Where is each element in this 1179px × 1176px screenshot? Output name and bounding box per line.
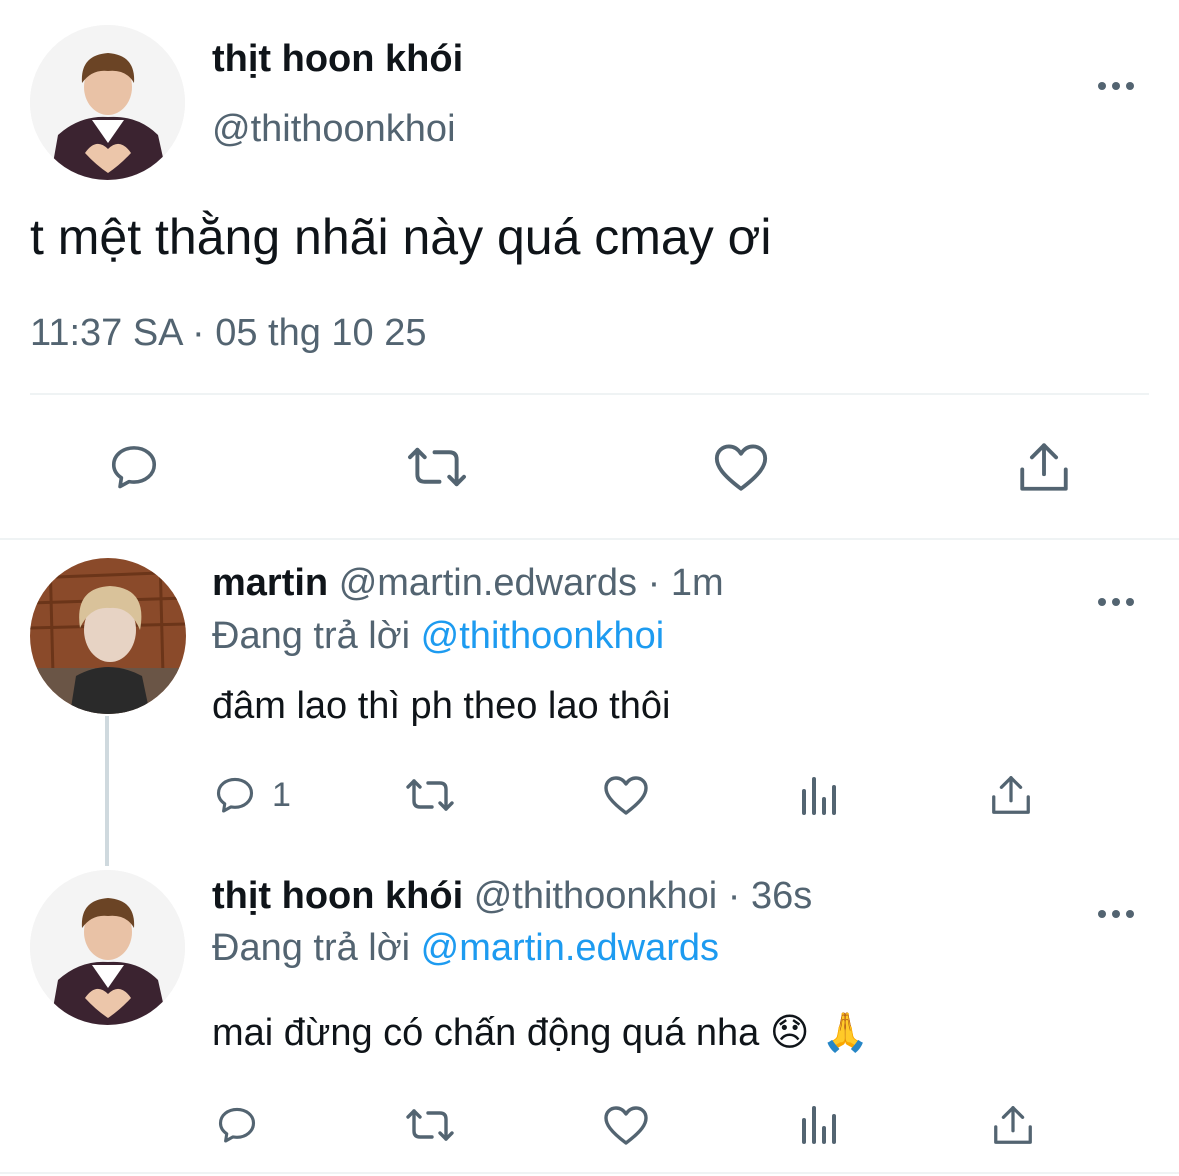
avatar[interactable]: [30, 25, 185, 180]
tweet-text: t mệt thằng nhãi này quá cmay ơi: [30, 209, 772, 265]
reply-icon[interactable]: [212, 773, 258, 817]
reply-header: thịt hoon khói @thithoonkhoi · 36s: [212, 875, 812, 918]
thread-line: [105, 716, 109, 866]
display-name[interactable]: thịt hoon khói: [212, 38, 463, 81]
replying-handle-link[interactable]: @thithoonkhoi: [421, 615, 665, 657]
like-icon[interactable]: [602, 1103, 650, 1147]
reply-icon[interactable]: [105, 440, 163, 494]
share-icon[interactable]: [988, 773, 1034, 817]
tweet-text: đâm lao thì ph theo lao thôi: [212, 685, 671, 727]
replying-to: Đang trả lời @martin.edwards: [212, 927, 719, 970]
replying-prefix: Đang trả lời: [212, 927, 411, 969]
bottom-divider: [0, 1172, 1179, 1174]
retweet-icon[interactable]: [403, 773, 457, 817]
tweet-text: mai đừng có chấn động quá nha: [212, 1012, 760, 1054]
time[interactable]: · 36s: [728, 875, 812, 917]
reply-count: 1: [272, 776, 291, 814]
handle[interactable]: @thithoonkhoi: [212, 108, 456, 151]
display-name[interactable]: thịt hoon khói: [212, 875, 463, 917]
more-dots-icon[interactable]: [1097, 62, 1135, 98]
more-dots-icon[interactable]: [1097, 578, 1135, 614]
analytics-icon[interactable]: [798, 1104, 838, 1146]
analytics-icon[interactable]: [798, 775, 838, 817]
share-icon[interactable]: [1015, 440, 1073, 494]
reply-header: martin @martin.edwards · 1m: [212, 562, 724, 605]
avatar[interactable]: [30, 870, 185, 1025]
tweet-text-row: mai đừng có chấn động quá nha 😞 🙏: [212, 1010, 869, 1055]
handle[interactable]: @martin.edwards: [339, 562, 637, 604]
retweet-icon[interactable]: [403, 1103, 457, 1147]
like-icon[interactable]: [712, 440, 770, 494]
timestamp[interactable]: 11:37 SA · 05 thg 10 25: [30, 312, 427, 355]
display-name[interactable]: martin: [212, 562, 328, 604]
reply-icon[interactable]: [214, 1103, 260, 1147]
share-icon[interactable]: [990, 1103, 1036, 1147]
replying-to: Đang trả lời @thithoonkhoi: [212, 615, 664, 658]
replying-handle-link[interactable]: @martin.edwards: [421, 927, 719, 969]
replying-prefix: Đang trả lời: [212, 615, 411, 657]
avatar[interactable]: [30, 558, 186, 714]
more-dots-icon[interactable]: [1097, 890, 1135, 926]
emoji: 😞 🙏: [769, 1010, 869, 1054]
handle[interactable]: @thithoonkhoi: [474, 875, 718, 917]
like-icon[interactable]: [602, 773, 650, 817]
divider: [30, 393, 1149, 395]
retweet-icon[interactable]: [405, 440, 469, 494]
section-divider: [0, 538, 1179, 540]
time[interactable]: · 1m: [648, 562, 724, 604]
